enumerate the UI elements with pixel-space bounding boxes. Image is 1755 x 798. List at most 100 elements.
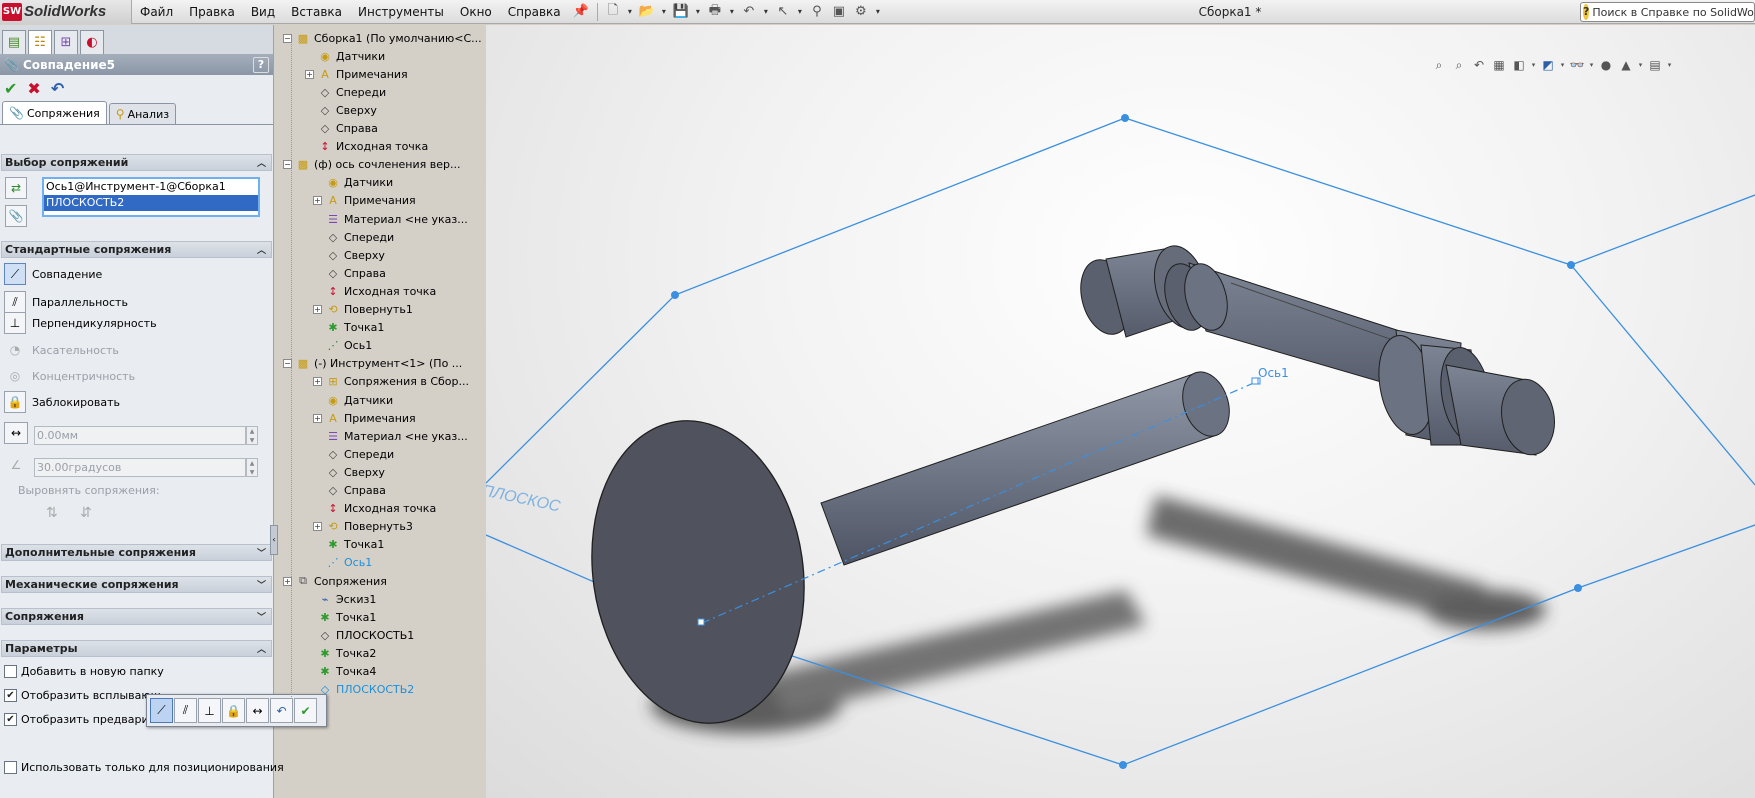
tree-node[interactable]: − ▩ (ф) ось сочленения вер... bbox=[283, 156, 460, 174]
tree-node[interactable]: ◇ Справа bbox=[313, 482, 386, 500]
mates-group-header[interactable]: Сопряжения ﹀ bbox=[1, 608, 272, 625]
checkbox[interactable] bbox=[4, 664, 17, 678]
checkbox[interactable] bbox=[4, 760, 17, 774]
tree-node[interactable]: ◇ Спереди bbox=[313, 228, 394, 246]
view-orientation-icon[interactable]: ◧ bbox=[1509, 55, 1529, 75]
angle-field[interactable]: 30.00градусов bbox=[34, 458, 246, 477]
tree-node[interactable]: + ⊞ Сопряжения в Сбор... bbox=[313, 373, 469, 391]
lock-icon[interactable]: 🔒 bbox=[222, 698, 245, 723]
zoom-to-fit-icon[interactable]: ⌕ bbox=[1429, 55, 1449, 75]
coincident-icon[interactable]: ⟋ bbox=[150, 698, 173, 723]
configuration-manager-tab-icon[interactable]: ⊞ bbox=[54, 30, 78, 54]
tree-node[interactable]: + ⟲ Повернуть3 bbox=[313, 518, 413, 536]
angle-spinner[interactable]: ▲ ▼ bbox=[246, 458, 258, 477]
mate-lock[interactable]: 🔒 Заблокировать bbox=[4, 391, 120, 413]
cancel-x-icon[interactable]: ✖ bbox=[27, 79, 40, 98]
property-manager-tab-icon[interactable]: ☷ bbox=[28, 30, 52, 54]
select-dropdown-icon[interactable]: ▾ bbox=[795, 2, 805, 22]
tree-node[interactable]: ◉ Датчики bbox=[305, 47, 385, 65]
tab-analysis[interactable]: ⚲ Анализ bbox=[108, 103, 177, 124]
tree-node[interactable]: + ⟲ Повернуть1 bbox=[313, 301, 413, 319]
tree-node[interactable]: + A Примечания bbox=[313, 409, 416, 427]
option-show-preview[interactable]: ✔ Отобразить предварите bbox=[4, 710, 162, 728]
checkbox-checked[interactable]: ✔ bbox=[4, 688, 17, 702]
tree-node[interactable]: ✱ Точка2 bbox=[305, 644, 376, 662]
menu-file[interactable]: Файл bbox=[132, 0, 181, 24]
graphics-viewport[interactable]: ПЛОСКОС Ось1 ⌕ ⌕ ↶ ▦ ◧ ▾ ◩ ▾ 👓 ▾ ● ▲ ▾ ▤… bbox=[486, 25, 1755, 798]
help-button[interactable]: ? bbox=[253, 57, 269, 73]
mechanical-mates-header[interactable]: Механические сопряжения ﹀ bbox=[1, 576, 272, 593]
mate-tangent[interactable]: ◔ Касательность bbox=[4, 339, 119, 361]
advanced-mates-header[interactable]: Дополнительные сопряжения ﹀ bbox=[1, 544, 272, 561]
ok-check-icon[interactable]: ✔ bbox=[4, 79, 17, 98]
edit-appearance-icon[interactable]: ● bbox=[1596, 55, 1616, 75]
mate-perpendicular[interactable]: ⊥ Перпендикулярность bbox=[4, 312, 157, 334]
apply-scene-dropdown-icon[interactable]: ▾ bbox=[1636, 55, 1645, 75]
tree-node[interactable]: ✱ Точка1 bbox=[313, 319, 384, 337]
anti-aligned-icon[interactable]: ⇵ bbox=[80, 505, 92, 521]
tree-node[interactable]: ◇ Сверху bbox=[305, 101, 377, 119]
view-settings-icon[interactable]: ▤ bbox=[1645, 55, 1665, 75]
tree-node[interactable]: − ▩ Сборка1 (По умолчанию<С... bbox=[283, 29, 482, 47]
tree-node[interactable]: + ⧉ Сопряжения bbox=[283, 572, 387, 590]
menu-window[interactable]: Окно bbox=[452, 0, 500, 24]
tree-node[interactable]: − ▩ (-) Инструмент<1> (По ... bbox=[283, 355, 462, 373]
view-settings-dropdown-icon[interactable]: ▾ bbox=[1665, 55, 1674, 75]
expand-toggle-icon[interactable]: + bbox=[313, 196, 322, 206]
expand-toggle-icon[interactable]: + bbox=[313, 377, 322, 387]
option-positioning-only[interactable]: Использовать только для позиционирования bbox=[4, 758, 284, 776]
expand-toggle-icon[interactable]: + bbox=[313, 522, 322, 532]
mate-selection-list[interactable]: Ось1@Инструмент-1@Сборка1 ПЛОСКОСТЬ2 bbox=[42, 177, 260, 217]
tree-node[interactable]: ◉ Датчики bbox=[313, 174, 393, 192]
tree-node[interactable]: ✱ Точка1 bbox=[305, 608, 376, 626]
expand-toggle-icon[interactable]: − bbox=[283, 33, 292, 43]
open-dropdown-icon[interactable]: ▾ bbox=[659, 2, 669, 22]
expand-toggle-icon[interactable]: + bbox=[313, 413, 322, 423]
print-dropdown-icon[interactable]: ▾ bbox=[727, 2, 737, 22]
rebuild-icon[interactable]: ⚲ bbox=[807, 2, 827, 22]
section-view-icon[interactable]: ▦ bbox=[1489, 55, 1509, 75]
feature-manager-tab-icon[interactable]: ▤ bbox=[2, 30, 26, 54]
tree-node[interactable]: ✱ Точка4 bbox=[305, 663, 376, 681]
distance-spinner[interactable]: ▲ ▼ bbox=[246, 426, 258, 445]
option-add-to-folder[interactable]: Добавить в новую папку bbox=[4, 662, 164, 680]
save-icon[interactable]: 💾 bbox=[671, 2, 691, 22]
new-document-icon[interactable]: 🗋 bbox=[603, 2, 623, 22]
undo-mate-icon[interactable]: ↶ bbox=[51, 79, 64, 98]
expand-toggle-icon[interactable]: + bbox=[305, 69, 314, 79]
selection-item[interactable]: Ось1@Инструмент-1@Сборка1 bbox=[44, 179, 258, 195]
selection-item-selected[interactable]: ПЛОСКОСТЬ2 bbox=[44, 195, 258, 211]
tree-node[interactable]: ⋰ Ось1 bbox=[313, 337, 373, 355]
mate-coincident[interactable]: ⟋ Совпадение bbox=[4, 263, 102, 285]
hide-show-items-icon[interactable]: 👓 bbox=[1567, 55, 1587, 75]
menu-help[interactable]: Справка bbox=[500, 0, 569, 24]
previous-view-icon[interactable]: ↶ bbox=[1469, 55, 1489, 75]
expand-toggle-icon[interactable]: + bbox=[313, 305, 322, 314]
options-dropdown-icon[interactable]: ▾ bbox=[873, 2, 883, 22]
display-manager-tab-icon[interactable]: ◐ bbox=[80, 30, 104, 54]
aligned-icon[interactable]: ⇅ bbox=[46, 505, 58, 521]
tree-node[interactable]: ↕ Исходная точка bbox=[305, 138, 428, 156]
hide-show-dropdown-icon[interactable]: ▾ bbox=[1587, 55, 1596, 75]
pin-icon[interactable]: 📌 bbox=[573, 4, 589, 19]
expand-toggle-icon[interactable]: − bbox=[283, 160, 292, 170]
axis1-endpoint[interactable] bbox=[697, 618, 705, 626]
undo-dropdown-icon[interactable]: ▾ bbox=[761, 2, 771, 22]
mate-concentric[interactable]: ◎ Концентричность bbox=[4, 365, 135, 387]
tree-node[interactable]: + A Примечания bbox=[305, 65, 408, 83]
tree-node[interactable]: ◇ ПЛОСКОСТЬ2 bbox=[305, 681, 415, 699]
tree-node[interactable]: ✱ Точка1 bbox=[313, 536, 384, 554]
print-icon[interactable]: 🖶 bbox=[705, 2, 725, 22]
display-style-dropdown-icon[interactable]: ▾ bbox=[1558, 55, 1567, 75]
tree-node[interactable]: ↕ Исходная точка bbox=[313, 282, 436, 300]
tree-node[interactable]: ⋰ Ось1 bbox=[313, 554, 373, 572]
view-orientation-dropdown-icon[interactable]: ▾ bbox=[1529, 55, 1538, 75]
apply-scene-icon[interactable]: ▲ bbox=[1616, 55, 1636, 75]
tree-node[interactable]: ⌁ Эскиз1 bbox=[305, 590, 377, 608]
tree-node[interactable]: ◇ ПЛОСКОСТЬ1 bbox=[305, 626, 415, 644]
parallel-icon[interactable]: ⫽ bbox=[174, 698, 197, 723]
distance-field[interactable]: 0.00мм bbox=[34, 426, 246, 445]
tab-mates[interactable]: 📎 Сопряжения bbox=[2, 101, 107, 124]
tree-node[interactable]: ◇ Справа bbox=[313, 264, 386, 282]
option-show-popup[interactable]: ✔ Отобразить всплывающ bbox=[4, 686, 161, 704]
